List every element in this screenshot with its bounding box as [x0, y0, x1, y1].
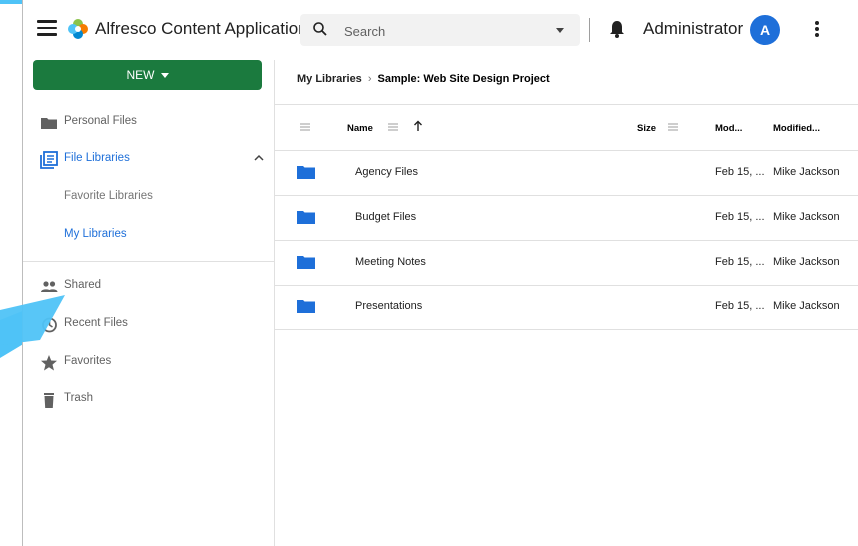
sidebar-item-label: My Libraries [64, 228, 127, 240]
row-modified: Feb 15, ... [715, 211, 765, 223]
breadcrumb-my-libraries[interactable]: My Libraries [297, 73, 362, 85]
table-row[interactable]: Presentations Feb 15, ... Mike Jackson [275, 285, 858, 330]
table-row[interactable]: Meeting Notes Feb 15, ... Mike Jackson [275, 241, 858, 286]
folder-icon [41, 118, 57, 129]
column-header-name[interactable]: Name [347, 123, 373, 134]
new-button[interactable]: NEW [33, 60, 262, 90]
sidebar-item-label: Favorite Libraries [64, 190, 153, 202]
row-name[interactable]: Budget Files [355, 211, 416, 223]
row-modified-by: Mike Jackson [773, 166, 840, 178]
row-name[interactable]: Agency Files [355, 166, 418, 178]
more-options-icon[interactable] [815, 21, 819, 37]
sidebar-item-label: Favorites [64, 355, 112, 367]
column-drag-icon[interactable] [387, 121, 399, 133]
column-header-size[interactable]: Size [637, 123, 656, 134]
chevron-up-icon[interactable] [254, 154, 264, 162]
row-modified-by: Mike Jackson [773, 211, 840, 223]
breadcrumb-current: Sample: Web Site Design Project [377, 73, 550, 85]
column-header-modified[interactable]: Mod... [715, 123, 742, 134]
star-icon [41, 355, 57, 371]
row-name[interactable]: Presentations [355, 300, 422, 312]
notifications-bell-icon[interactable] [609, 20, 625, 38]
menu-icon[interactable] [37, 20, 57, 36]
search-input[interactable] [342, 20, 536, 42]
table-row[interactable]: Agency Files Feb 15, ... Mike Jackson [275, 151, 858, 196]
sidebar-item-my-libraries[interactable]: My Libraries [23, 221, 274, 251]
sidebar-item-file-libraries[interactable]: File Libraries [23, 145, 274, 175]
sidebar-item-trash[interactable]: Trash [23, 385, 274, 415]
sidebar-item-favorites[interactable]: Favorites [23, 348, 274, 378]
screen: Alfresco Content Application Administrat… [0, 0, 858, 546]
column-header-modified-by[interactable]: Modified... [773, 123, 820, 134]
sidebar-divider [23, 261, 274, 262]
row-name[interactable]: Meeting Notes [355, 256, 426, 268]
sidebar-item-label: File Libraries [64, 152, 130, 164]
column-settings-icon[interactable] [299, 121, 311, 133]
avatar[interactable]: A [750, 15, 780, 45]
sidebar-item-label: Personal Files [64, 115, 137, 127]
folder-icon [297, 256, 315, 269]
search-options-chevron-down-icon[interactable] [556, 28, 564, 33]
column-drag-icon[interactable] [667, 121, 679, 133]
trash-icon [44, 393, 54, 408]
folder-icon [297, 300, 315, 313]
breadcrumb-separator: › [367, 73, 372, 85]
row-modified-by: Mike Jackson [773, 300, 840, 312]
folder-icon [297, 166, 315, 179]
library-icon [40, 151, 58, 169]
table-row[interactable]: Budget Files Feb 15, ... Mike Jackson [275, 196, 858, 241]
new-caret-down-icon [160, 73, 169, 79]
folder-icon [297, 211, 315, 224]
row-modified: Feb 15, ... [715, 256, 765, 268]
sidebar-item-label: Recent Files [64, 317, 128, 329]
main-content: My Libraries › Sample: Web Site Design Pro… [275, 60, 858, 546]
app-title: Alfresco Content Application [95, 19, 308, 38]
table-header: Name Size Mod... Modified... [275, 105, 858, 151]
row-modified: Feb 15, ... [715, 300, 765, 312]
alfresco-logo-icon [68, 19, 88, 39]
sidebar-item-personal-files[interactable]: Personal Files [23, 108, 274, 138]
background-accent-overlay [0, 295, 65, 345]
app-window: Alfresco Content Application Administrat… [22, 0, 858, 546]
row-modified-by: Mike Jackson [773, 256, 840, 268]
breadcrumb: My Libraries › Sample: Web Site Design Pro… [297, 73, 550, 85]
search-icon[interactable] [312, 21, 328, 37]
sort-ascending-icon[interactable] [413, 120, 423, 132]
row-modified: Feb 15, ... [715, 166, 765, 178]
header-divider [589, 18, 590, 42]
new-button-label: NEW [126, 68, 155, 82]
user-name[interactable]: Administrator [643, 19, 743, 39]
search-box[interactable] [300, 14, 580, 46]
sidebar-item-label: Trash [64, 392, 93, 404]
sidebar-item-favorite-libraries[interactable]: Favorite Libraries [23, 183, 274, 213]
top-bar: Alfresco Content Application Administrat… [23, 0, 858, 60]
